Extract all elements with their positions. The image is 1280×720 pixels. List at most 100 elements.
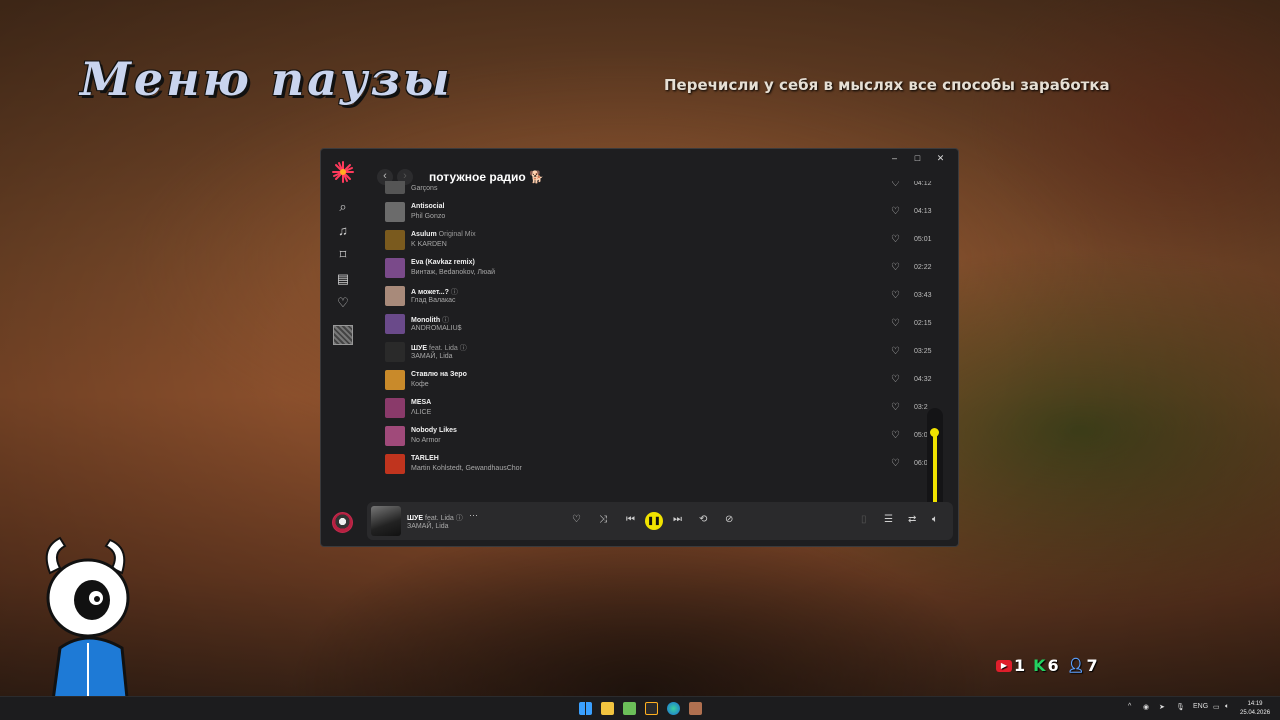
like-icon[interactable]: ♡ bbox=[891, 374, 900, 385]
sidebar-playlist-cover[interactable] bbox=[333, 325, 353, 345]
library-icon[interactable]: ▤ bbox=[335, 271, 351, 287]
track-artist[interactable]: ЗАМАЙ, Lida bbox=[411, 353, 453, 360]
now-playing-artist[interactable]: ЗАМАЙ, Lida bbox=[407, 523, 449, 530]
like-icon[interactable]: ♡ bbox=[891, 458, 900, 469]
track-artist[interactable]: Винтаж, Bedanokov, Люай bbox=[411, 269, 495, 276]
now-playing-cover[interactable] bbox=[371, 506, 401, 536]
browser-icon[interactable] bbox=[667, 702, 680, 715]
youtube-counter: ▶ 1 bbox=[996, 656, 1025, 675]
like-icon[interactable]: ♡ bbox=[891, 346, 900, 357]
steam-icon[interactable]: ◉ bbox=[1143, 703, 1149, 711]
track-cover[interactable] bbox=[385, 398, 405, 418]
track-cover[interactable] bbox=[385, 258, 405, 278]
repeat-icon[interactable]: ⟲ bbox=[699, 514, 707, 525]
track-artist[interactable]: K KARDEN bbox=[411, 241, 447, 248]
track-artist[interactable]: Martin Kohlstedt, GewandhausChor bbox=[411, 465, 522, 472]
track-title[interactable]: TARLEH bbox=[411, 455, 439, 462]
track-title[interactable]: А может...? ⓘ bbox=[411, 287, 458, 297]
maximize-button[interactable]: □ bbox=[906, 151, 929, 165]
network-icon[interactable]: ▭ bbox=[1213, 703, 1220, 711]
table-row[interactable]: Asulum Original Mix K KARDEN ♡ 05:01 bbox=[383, 226, 947, 254]
track-cover[interactable] bbox=[385, 202, 405, 222]
like-icon[interactable]: ♡ bbox=[891, 206, 900, 217]
track-title[interactable]: Ставлю на Зеро bbox=[411, 371, 467, 378]
track-artist[interactable]: Глад Валакас bbox=[411, 297, 456, 304]
music-note-icon[interactable]: ♫ bbox=[335, 223, 351, 239]
table-row[interactable]: TARLEH Martin Kohlstedt, GewandhausChor ♡… bbox=[383, 450, 947, 478]
volume-fill bbox=[933, 432, 937, 506]
track-cover[interactable] bbox=[385, 314, 405, 334]
minimize-button[interactable]: – bbox=[883, 151, 906, 165]
previous-icon[interactable]: ⏮ bbox=[626, 514, 635, 525]
app-logo-icon[interactable] bbox=[332, 161, 354, 183]
like-icon[interactable]: ♡ bbox=[891, 402, 900, 413]
track-duration: 03:2 bbox=[914, 404, 928, 411]
file-explorer-icon[interactable] bbox=[601, 702, 614, 715]
track-title[interactable]: Eva (Kavkaz remix) bbox=[411, 259, 475, 266]
track-cover[interactable] bbox=[385, 342, 405, 362]
language-indicator[interactable]: ENG bbox=[1193, 703, 1208, 710]
track-artist[interactable]: No Armor bbox=[411, 437, 441, 444]
shuffle-icon[interactable]: ⤨ bbox=[599, 514, 607, 525]
music-app-icon[interactable] bbox=[645, 702, 658, 715]
track-title[interactable]: Asulum Original Mix bbox=[411, 231, 476, 238]
like-icon[interactable]: ♡ bbox=[572, 514, 581, 525]
track-artist[interactable]: ANDROMALIU$ bbox=[411, 325, 462, 332]
track-cover[interactable] bbox=[385, 370, 405, 390]
output-device-icon[interactable]: ⇄ bbox=[908, 514, 916, 525]
close-button[interactable]: ✕ bbox=[929, 151, 952, 165]
table-row[interactable]: ШУЕ feat. Lida ⓘ ЗАМАЙ, Lida ♡ 03:25 bbox=[383, 338, 947, 366]
table-row[interactable]: Garçons ♡ 04:12 bbox=[383, 181, 947, 198]
table-row[interactable]: А может...? ⓘ Глад Валакас ♡ 03:43 bbox=[383, 282, 947, 310]
bookmark-icon[interactable]: ⌑ bbox=[335, 247, 351, 263]
more-options-icon[interactable]: ··· bbox=[469, 510, 478, 520]
notepad-icon[interactable] bbox=[623, 702, 636, 715]
like-icon[interactable]: ♡ bbox=[891, 290, 900, 301]
like-icon[interactable]: ♡ bbox=[891, 234, 900, 245]
volume-slider[interactable] bbox=[927, 408, 943, 512]
queue-icon[interactable]: ☰ bbox=[884, 514, 893, 525]
clock[interactable]: 14:19 25.04.2026 bbox=[1240, 700, 1270, 718]
track-artist[interactable]: Кофе bbox=[411, 381, 429, 388]
chevron-up-icon[interactable]: ^ bbox=[1128, 703, 1131, 710]
track-artist[interactable]: Phil Gonzo bbox=[411, 213, 445, 220]
windows-start-icon[interactable] bbox=[579, 702, 592, 715]
like-icon[interactable]: ♡ bbox=[891, 181, 900, 189]
table-row[interactable]: MESA ΛLICE ♡ 03:2 bbox=[383, 394, 947, 422]
track-title[interactable]: MESA bbox=[411, 399, 431, 406]
table-row[interactable]: Eva (Kavkaz remix) Винтаж, Bedanokov, Лю… bbox=[383, 254, 947, 282]
like-icon[interactable]: ♡ bbox=[891, 262, 900, 273]
volume-knob[interactable] bbox=[930, 428, 939, 437]
track-duration: 02:22 bbox=[914, 264, 932, 271]
heart-icon[interactable]: ♡ bbox=[335, 295, 351, 311]
table-row[interactable]: Antisocial Phil Gonzo ♡ 04:13 bbox=[383, 198, 947, 226]
volume-icon[interactable]: 🔈︎ bbox=[932, 514, 938, 525]
track-title[interactable]: Antisocial bbox=[411, 203, 444, 210]
speaker-icon[interactable]: 🔈︎ bbox=[1225, 703, 1229, 711]
track-artist[interactable]: ΛLICE bbox=[411, 409, 431, 416]
table-row[interactable]: Monolith ⓘ ANDROMALIU$ ♡ 02:15 bbox=[383, 310, 947, 338]
now-playing-title[interactable]: ШУЕ feat. Lida ⓘ bbox=[407, 513, 463, 523]
dislike-icon[interactable]: ⊘ bbox=[725, 514, 733, 525]
pause-button[interactable]: ❚❚ bbox=[645, 512, 663, 530]
track-cover[interactable] bbox=[385, 426, 405, 446]
track-title[interactable]: Monolith ⓘ bbox=[411, 315, 449, 325]
track-cover[interactable] bbox=[385, 286, 405, 306]
telegram-icon[interactable]: ➤ bbox=[1159, 703, 1165, 711]
table-row[interactable]: Nobody Likes No Armor ♡ 05:0 bbox=[383, 422, 947, 450]
track-title[interactable]: Nobody Likes bbox=[411, 427, 457, 434]
next-icon[interactable]: ⏭ bbox=[673, 514, 682, 525]
lyrics-icon[interactable]: ▯ bbox=[861, 514, 867, 525]
track-cover[interactable] bbox=[385, 454, 405, 474]
like-icon[interactable]: ♡ bbox=[891, 318, 900, 329]
microphone-icon[interactable]: 🎙︎ bbox=[1176, 703, 1185, 711]
track-title[interactable]: ШУЕ feat. Lida ⓘ bbox=[411, 343, 467, 353]
track-cover[interactable] bbox=[385, 230, 405, 250]
table-row[interactable]: Ставлю на Зеро Кофе ♡ 04:32 bbox=[383, 366, 947, 394]
game-icon[interactable] bbox=[689, 702, 702, 715]
track-artist[interactable]: Garçons bbox=[411, 185, 437, 192]
search-icon[interactable]: ⌕ bbox=[335, 199, 351, 215]
like-icon[interactable]: ♡ bbox=[891, 430, 900, 441]
track-cover[interactable] bbox=[385, 181, 405, 194]
avatar[interactable] bbox=[332, 512, 353, 533]
